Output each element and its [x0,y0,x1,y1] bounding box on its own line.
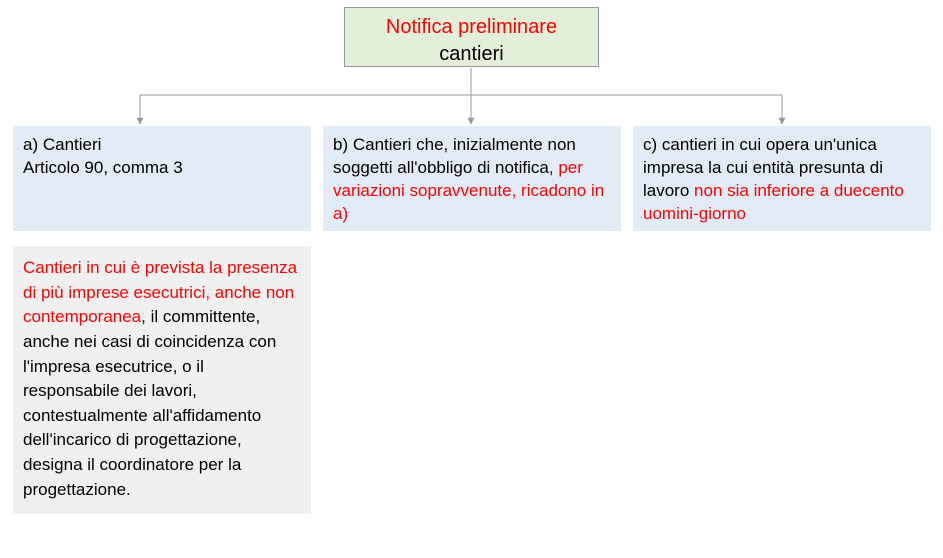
child-b-prefix: b) Cantieri che, inizialmente non sogget… [333,135,576,177]
detail-box: Cantieri in cui è prevista la presenza d… [13,246,311,514]
root-subtitle: cantieri [439,43,503,65]
child-node-a: a) Cantieri Articolo 90, comma 3 [13,126,311,231]
child-node-b: b) Cantieri che, inizialmente non sogget… [323,126,621,231]
root-title: Notifica preliminare [386,16,557,38]
detail-rest: , il committente, anche nei casi di coin… [23,307,276,498]
child-node-c: c) cantieri in cui opera un'unica impres… [633,126,931,231]
child-a-line1: a) Cantieri [23,135,101,154]
child-a-line2: Articolo 90, comma 3 [23,158,183,177]
root-node: Notifica preliminare cantieri [344,7,599,67]
